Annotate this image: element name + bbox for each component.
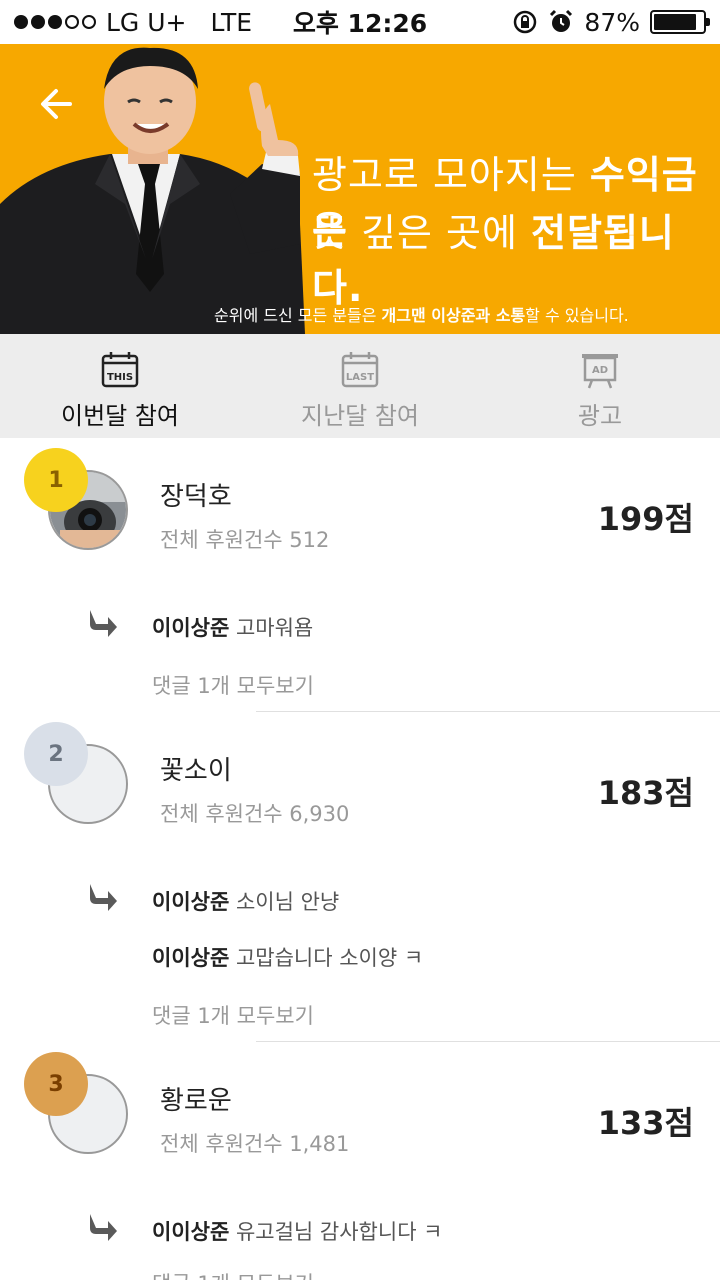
score: 183점: [597, 774, 694, 812]
tab-last-month[interactable]: LAST 지난달 참여: [240, 334, 480, 438]
signal-icon: [14, 15, 96, 29]
tab-label: 광고: [577, 402, 623, 430]
user-name: 꽃소이: [160, 756, 232, 786]
reply-arrow-icon: [90, 884, 117, 911]
comment: 이이상준 고맙습니다 소이양 ㅋ: [152, 946, 424, 970]
status-right: 87%: [512, 7, 710, 37]
banner-headline-2: 뜻 깊은 곳에 전달됩니다.: [312, 211, 675, 310]
reply-arrow-icon: [90, 1214, 117, 1241]
view-all-comments-link[interactable]: 댓글 1개 모두보기: [152, 1268, 314, 1280]
user-name: 장덕호: [160, 482, 232, 512]
banner-subtext: 순위에 드신 모든 분들은 개그맨 이상준과 소통할 수 있습니다.: [214, 306, 629, 325]
comment: 이이상준 유고걸님 감사합니다 ㅋ: [152, 1220, 443, 1244]
list-item[interactable]: 2 꽃소이 전체 후원건수 6,930 183점 이이상준 소이님 안냥 이이상…: [0, 712, 720, 1042]
donation-count: 전체 후원건수 512: [160, 528, 330, 552]
user-name: 황로운: [160, 1086, 232, 1116]
battery-icon: [650, 10, 710, 34]
back-arrow-icon: [41, 89, 72, 119]
network-label: LTE: [210, 7, 253, 37]
score: 199점: [597, 500, 694, 538]
rank-badge: 1: [24, 448, 88, 512]
tab-bar: THIS 이번달 참여 LAST 지난달 참여 AD 광고: [0, 334, 720, 438]
ranking-list: 1 장덕호 전체 후원건수 512 199점 이이상준 고마워욤 댓글 1개 모…: [0, 438, 720, 1280]
carrier-label: LG U+: [106, 7, 187, 37]
promo-banner[interactable]: 광고로 모아지는 수익금은 뜻 깊은 곳에 전달됩니다. 순위에 드신 모든 분…: [0, 44, 720, 334]
rank-badge: 2: [24, 722, 88, 786]
svg-text:LAST: LAST: [346, 372, 374, 383]
svg-text:AD: AD: [592, 365, 608, 376]
back-button[interactable]: [30, 78, 82, 130]
tab-label: 이번달 참여: [60, 402, 180, 430]
reply-arrow-icon: [90, 610, 117, 637]
list-item[interactable]: 1 장덕호 전체 후원건수 512 199점 이이상준 고마워욤 댓글 1개 모…: [0, 438, 720, 712]
tab-label: 지난달 참여: [300, 402, 420, 430]
score: 133점: [597, 1104, 694, 1142]
status-bar: LG U+ LTE 오후 12:26 87%: [0, 0, 720, 44]
ad-board-icon: AD: [582, 354, 618, 389]
svg-text:THIS: THIS: [107, 372, 133, 383]
status-left: LG U+ LTE: [14, 8, 252, 37]
rotation-lock-icon: [514, 10, 537, 34]
donation-count: 전체 후원건수 1,481: [160, 1132, 350, 1156]
view-all-comments-link[interactable]: 댓글 1개 모두보기: [152, 1000, 314, 1030]
tab-ad[interactable]: AD 광고: [480, 334, 720, 438]
alarm-icon: [550, 9, 573, 32]
calendar-last-icon: LAST: [341, 352, 379, 388]
tab-this-month[interactable]: THIS 이번달 참여: [0, 334, 240, 438]
calendar-this-icon: THIS: [101, 352, 139, 388]
rank-badge: 3: [24, 1052, 88, 1116]
list-item[interactable]: 3 황로운 전체 후원건수 1,481 133점 이이상준 유고걸님 감사합니다…: [0, 1042, 720, 1280]
view-all-comments-link[interactable]: 댓글 1개 모두보기: [152, 670, 314, 700]
battery-percent: 87%: [584, 7, 640, 37]
comment: 이이상준 고마워욤: [152, 616, 314, 640]
donation-count: 전체 후원건수 6,930: [160, 802, 350, 826]
comment: 이이상준 소이님 안냥: [152, 890, 340, 914]
